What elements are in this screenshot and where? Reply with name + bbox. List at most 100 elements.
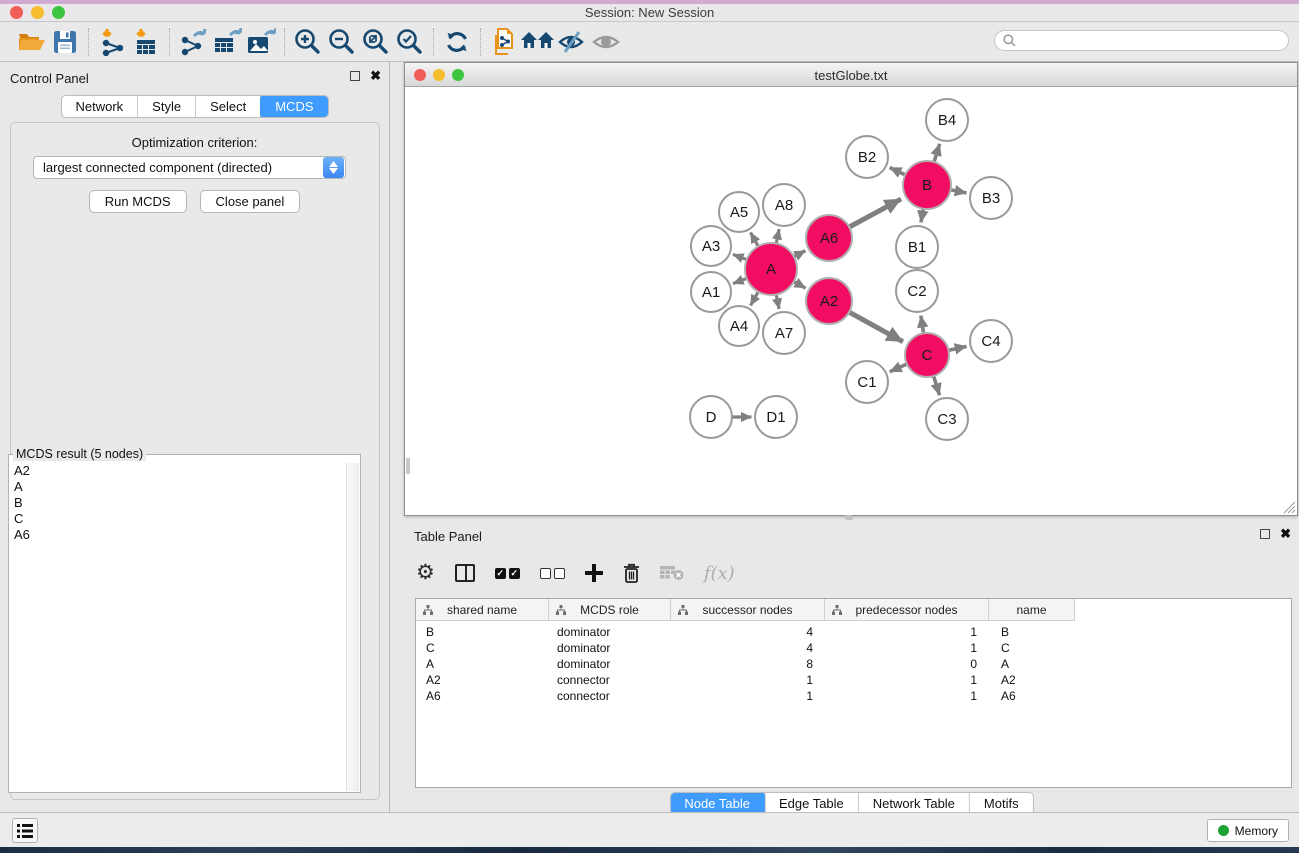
function-builder-button[interactable]: f(x)	[704, 563, 735, 584]
column-header-predecessor-nodes[interactable]: predecessor nodes	[825, 599, 989, 620]
table-cell[interactable]: dominator	[549, 641, 671, 655]
run-mcds-button[interactable]: Run MCDS	[89, 190, 187, 213]
table-cell[interactable]: A6	[989, 689, 1075, 703]
table-cell[interactable]: dominator	[549, 625, 671, 639]
tab-edge-table[interactable]: Edge Table	[765, 793, 859, 814]
zoom-selected-button[interactable]	[393, 26, 427, 58]
table-cell[interactable]: dominator	[549, 657, 671, 671]
table-cell[interactable]: connector	[549, 689, 671, 703]
import-table-icon	[132, 28, 160, 56]
network-canvas[interactable]: B4B2BB3A5A8A6A3B1AA1C2A2A4A7C4CC1DD1C3	[406, 88, 1297, 515]
result-item[interactable]: B	[14, 495, 346, 511]
column-header-shared-name[interactable]: shared name	[416, 599, 549, 620]
table-row[interactable]: A2connector11A2	[416, 672, 1291, 688]
delete-column-button[interactable]	[623, 563, 640, 583]
table-cell[interactable]: A	[416, 657, 549, 671]
table-row[interactable]: Cdominator41C	[416, 640, 1291, 656]
session-title: Session: New Session	[0, 5, 1299, 20]
clone-network-button[interactable]	[487, 26, 521, 58]
show-columns-button[interactable]	[455, 564, 475, 582]
table-cell[interactable]: B	[989, 625, 1075, 639]
open-session-button[interactable]	[14, 26, 48, 58]
toolbar-separator	[284, 28, 285, 56]
table-cell[interactable]: A2	[416, 673, 549, 687]
export-table-button[interactable]	[210, 26, 244, 58]
select-all-button[interactable]: ✓✓	[495, 568, 520, 579]
top-accent-strip	[0, 0, 1299, 4]
table-cell[interactable]: B	[416, 625, 549, 639]
close-panel-button[interactable]: Close panel	[200, 190, 301, 213]
table-cell[interactable]: C	[416, 641, 549, 655]
search-field[interactable]	[994, 30, 1289, 51]
tab-style[interactable]: Style	[138, 96, 196, 117]
table-cell[interactable]: 1	[825, 673, 989, 687]
tab-motifs[interactable]: Motifs	[970, 793, 1033, 814]
column-header-MCDS-role[interactable]: MCDS role	[549, 599, 671, 620]
import-network-button[interactable]	[95, 26, 129, 58]
table-cell[interactable]: A6	[416, 689, 549, 703]
unchecked-box-icon	[540, 568, 551, 579]
float-table-panel-icon[interactable]	[1260, 529, 1270, 539]
task-history-button[interactable]	[12, 818, 38, 843]
tab-mcds[interactable]: MCDS	[260, 95, 328, 118]
show-all-button[interactable]	[589, 26, 623, 58]
close-table-panel-icon[interactable]: ✖	[1280, 529, 1291, 539]
node-table-header: shared name MCDS rolesuccessor nodesprede…	[416, 599, 1075, 621]
zoom-out-button[interactable]	[325, 26, 359, 58]
table-cell[interactable]: 1	[671, 673, 825, 687]
column-header-successor-nodes[interactable]: successor nodes	[671, 599, 825, 620]
column-header-label: shared name	[447, 603, 517, 617]
home-button[interactable]	[521, 26, 555, 58]
export-image-button[interactable]	[244, 26, 278, 58]
save-session-button[interactable]	[48, 26, 82, 58]
checked-box-icon: ✓	[509, 568, 520, 579]
table-cell[interactable]: A	[989, 657, 1075, 671]
result-item[interactable]: A	[14, 479, 346, 495]
result-item[interactable]: A6	[14, 527, 346, 543]
table-cell[interactable]: A2	[989, 673, 1075, 687]
hierarchy-icon	[832, 605, 842, 615]
refresh-layout-button[interactable]	[440, 26, 474, 58]
deselect-all-button[interactable]	[540, 568, 565, 579]
memory-button[interactable]: Memory	[1207, 819, 1289, 842]
table-cell[interactable]: connector	[549, 673, 671, 687]
tab-network-table[interactable]: Network Table	[859, 793, 970, 814]
table-row[interactable]: Adominator80A	[416, 656, 1291, 672]
search-input[interactable]	[1021, 34, 1288, 48]
table-cell[interactable]: C	[989, 641, 1075, 655]
close-panel-icon[interactable]: ✖	[370, 71, 381, 81]
import-table-button[interactable]	[129, 26, 163, 58]
result-item[interactable]: C	[14, 511, 346, 527]
table-settings-button[interactable]: ⚙	[416, 563, 435, 583]
resize-grip-icon[interactable]	[1283, 501, 1296, 514]
zoom-in-button[interactable]	[291, 26, 325, 58]
table-cell[interactable]: 4	[671, 625, 825, 639]
mcds-result-list[interactable]: A2ABCA6	[10, 463, 346, 791]
unchecked-box-icon	[554, 568, 565, 579]
export-network-button[interactable]	[176, 26, 210, 58]
tab-select[interactable]: Select	[196, 96, 261, 117]
zoom-out-icon	[328, 28, 356, 56]
table-cell[interactable]: 1	[825, 625, 989, 639]
canvas-scrollbar-nub[interactable]	[406, 458, 410, 474]
zoom-fit-button[interactable]	[359, 26, 393, 58]
plus-icon	[585, 564, 603, 582]
float-panel-icon[interactable]	[350, 71, 360, 81]
table-cell[interactable]: 8	[671, 657, 825, 671]
table-cell[interactable]: 4	[671, 641, 825, 655]
optimization-label: Optimization criterion:	[0, 135, 389, 150]
tab-network[interactable]: Network	[61, 96, 138, 117]
table-row[interactable]: Bdominator41B	[416, 624, 1291, 640]
add-column-button[interactable]	[585, 564, 603, 582]
hide-selected-button[interactable]	[555, 26, 589, 58]
table-row[interactable]: A6connector11A6	[416, 688, 1291, 704]
delete-table-button[interactable]	[660, 565, 684, 581]
column-header-name[interactable]: name	[989, 599, 1075, 620]
result-item[interactable]: A2	[14, 463, 346, 479]
table-cell[interactable]: 1	[825, 641, 989, 655]
table-cell[interactable]: 0	[825, 657, 989, 671]
table-cell[interactable]: 1	[825, 689, 989, 703]
table-cell[interactable]: 1	[671, 689, 825, 703]
result-scrollbar[interactable]	[346, 463, 359, 791]
criterion-select[interactable]: largest connected component (directed)	[33, 156, 346, 179]
